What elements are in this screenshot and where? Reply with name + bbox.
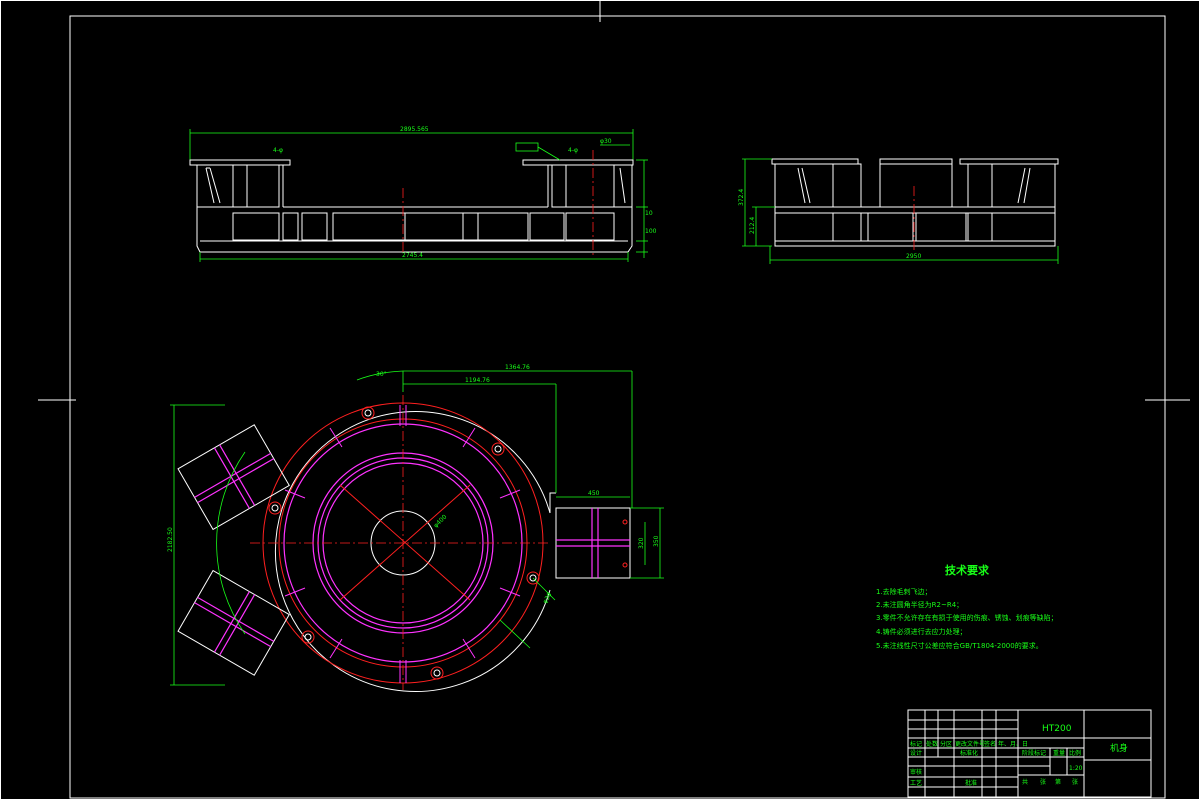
tech-item-2: 2.未注圆角半径为R2~R4； (876, 600, 963, 609)
dim-r2: 1364.76 (505, 364, 530, 371)
cad-drawing: 2895.565 2745.4 10 100 4-φ 4-φ φ30 2950 … (0, 0, 1200, 800)
tb-design: 设计 (910, 749, 922, 757)
tb-ratio: 比例 (1069, 749, 1081, 757)
dim-front-hole: φ30 (600, 138, 612, 145)
dim-side-width: 2950 (906, 253, 921, 260)
tb-label-5: 年、月、日 (998, 740, 1028, 748)
tb-sheet: 张 (1072, 778, 1078, 786)
dim-arm-w: 350 (653, 535, 660, 547)
dim-arm-len: 450 (588, 490, 600, 497)
tb-scale: 1:20 (1069, 765, 1083, 772)
tech-item-1: 1.去除毛刺飞边； (876, 587, 932, 596)
tb-label-4: 签名 (984, 740, 996, 748)
radial-ribs (284, 405, 521, 683)
tb-part-name: 机身 (1110, 742, 1128, 754)
tb-weight: 重量 (1053, 749, 1065, 757)
tb-standard: 标准化 (960, 749, 978, 757)
tech-title: 技术要求 (945, 563, 990, 577)
tb-material: HT200 (1042, 724, 1072, 734)
callout-left: 4-φ (273, 147, 283, 154)
tb-approve: 批准 (965, 779, 977, 787)
tech-item-3: 3.零件不允许存在有损于使用的伤痕、锈蚀、划痕等缺陷； (876, 613, 1058, 622)
tb-label-3: 更改文件号 (955, 740, 985, 748)
tb-label-2: 分区 (940, 740, 952, 748)
dim-top-length: 2895.565 (400, 126, 429, 133)
tb-label-0: 标记 (910, 740, 922, 748)
tb-label-1: 处数 (926, 740, 938, 748)
side-view: 2950 372.4 212.4 (738, 158, 1059, 264)
dim-side-h1: 372.4 (738, 189, 745, 206)
callout-right: 4-φ (568, 147, 578, 154)
front-view: 2895.565 2745.4 10 100 4-φ 4-φ φ30 (189, 126, 657, 262)
tech-item-5: 5.未注线性尺寸公差应符合GB/T1804-2000的要求。 (876, 641, 1043, 650)
tech-item-4: 4.铸件必须进行去应力处理； (876, 627, 967, 636)
dim-hole: φ30 (542, 591, 554, 605)
top-view: 1364.76 1194.76 30° 2182.50 450 350 320 … (167, 364, 664, 692)
title-block: HT200 机身 标记 处数 分区 更改文件号 签名 年、月、日 设计 标准化 … (907, 709, 1152, 798)
tb-sheets: 张 (1040, 778, 1046, 786)
dim-front-v2: 100 (645, 228, 657, 235)
dim-base-length: 2745.4 (402, 252, 423, 259)
dim-r1: 1194.76 (465, 377, 490, 384)
dim-angle: 30° (376, 371, 387, 378)
tb-stage: 阶段标记 (1022, 749, 1046, 757)
tb-no: 第 (1055, 778, 1061, 786)
dim-front-v1: 10 (645, 210, 653, 217)
dim-span: 2182.50 (167, 527, 174, 552)
dim-arm-w2: 320 (638, 537, 645, 549)
tb-total: 共 (1022, 778, 1028, 786)
sheet-border (0, 0, 1200, 800)
dim-side-h2: 212.4 (749, 217, 756, 234)
tb-craft: 工艺 (910, 779, 922, 787)
tb-review: 审核 (910, 768, 922, 776)
tech-requirements: 技术要求 1.去除毛刺飞边； 2.未注圆角半径为R2~R4； 3.零件不允许存在… (876, 563, 1058, 650)
